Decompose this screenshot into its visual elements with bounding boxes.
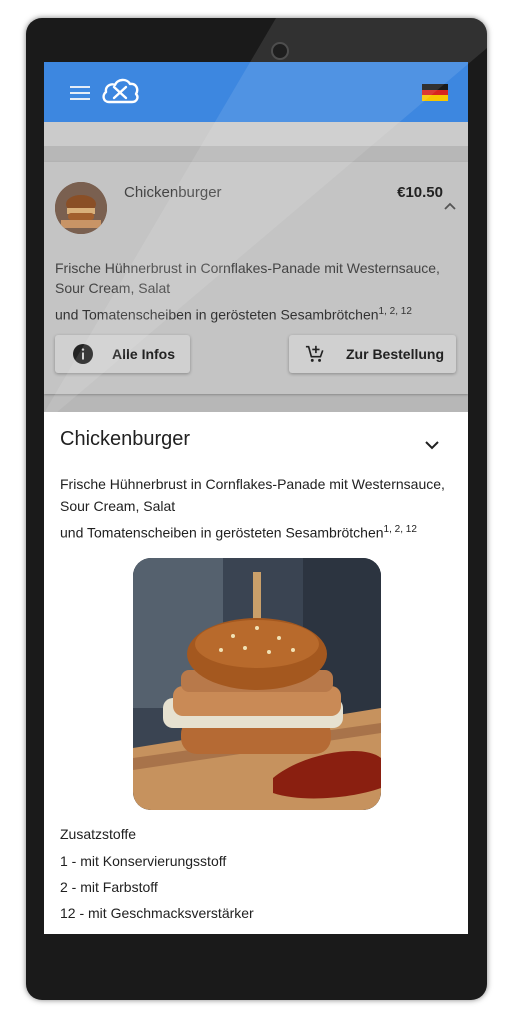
details-bottom-sheet: Chickenburger Frische Hühnerbrust in Cor… bbox=[44, 412, 468, 934]
item-price: €10.50 bbox=[397, 184, 443, 201]
hamburger-menu-icon[interactable] bbox=[70, 86, 90, 100]
previous-card-edge bbox=[44, 122, 468, 146]
sheet-title: Chickenburger bbox=[60, 428, 191, 450]
cloud-food-logo-icon[interactable] bbox=[100, 75, 140, 107]
menu-item-card[interactable]: Chickenburger €10.50 Frische Hühnerbrust… bbox=[44, 162, 468, 394]
add-to-cart-icon bbox=[305, 345, 324, 362]
all-info-label: Alle Infos bbox=[112, 346, 176, 362]
burger-photo bbox=[133, 558, 381, 810]
item-description-cont: und Tomatenscheiben in gerösteten Sesamb… bbox=[55, 306, 412, 323]
front-camera bbox=[271, 42, 289, 60]
additive-item: 12 - mit Geschmacksverstärker bbox=[60, 905, 254, 921]
additive-item: 2 - mit Farbstoff bbox=[60, 879, 158, 895]
all-info-button[interactable]: Alle Infos bbox=[55, 335, 190, 373]
info-icon bbox=[73, 344, 93, 364]
sheet-description: Frische Hühnerbrust in Cornflakes-Panade… bbox=[60, 476, 445, 514]
sheet-description-cont: und Tomatenscheiben in gerösteten Sesamb… bbox=[60, 524, 417, 541]
additives-heading: Zusatzstoffe bbox=[60, 826, 137, 842]
order-button[interactable]: Zur Bestellung bbox=[289, 335, 456, 373]
chevron-down-icon[interactable] bbox=[425, 441, 439, 450]
item-title: Chickenburger bbox=[124, 184, 222, 201]
item-description: Frische Hühnerbrust in Cornflakes-Panade… bbox=[55, 260, 440, 296]
german-flag-icon[interactable] bbox=[422, 84, 448, 102]
item-thumbnail bbox=[55, 182, 107, 234]
dimmed-background: Chickenburger €10.50 Frische Hühnerbrust… bbox=[44, 122, 468, 412]
chevron-up-icon[interactable] bbox=[444, 202, 456, 210]
additive-item: 1 - mit Konservierungsstoff bbox=[60, 853, 227, 869]
app-screen: Chickenburger €10.50 Frische Hühnerbrust… bbox=[44, 62, 468, 934]
app-bar bbox=[44, 62, 468, 122]
order-label: Zur Bestellung bbox=[346, 346, 445, 362]
